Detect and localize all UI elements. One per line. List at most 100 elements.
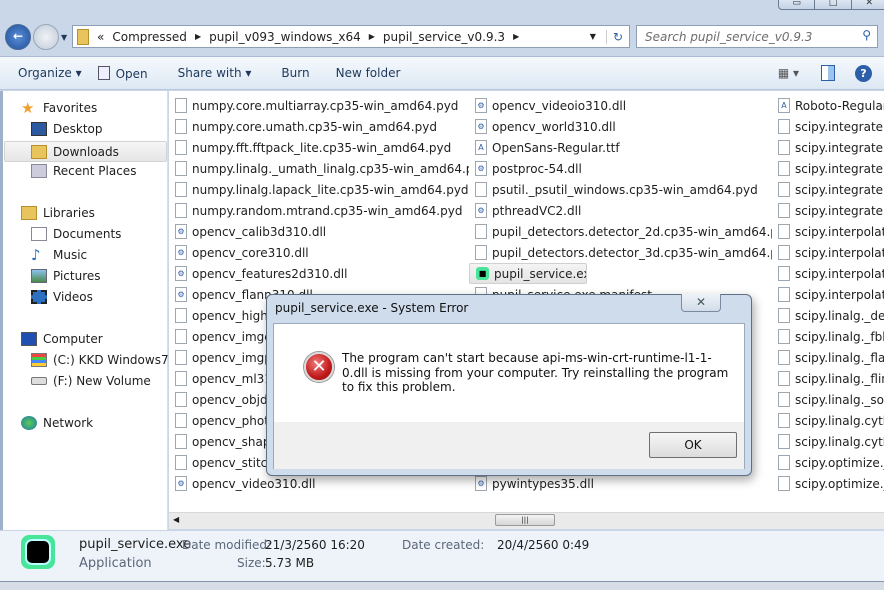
file-item[interactable]: ⚙ opencv_core310.dll	[169, 242, 469, 263]
file-item[interactable]: scipy.optimize._	[772, 452, 884, 473]
file-item[interactable]: scipy.linalg._flin	[772, 368, 884, 389]
nav-label: Desktop	[53, 122, 103, 136]
file-item[interactable]: scipy.integrate._	[772, 158, 884, 179]
details-modified: 21/3/2560 16:20	[265, 538, 365, 552]
file-item[interactable]: ⚙ opencv_video310.dll	[169, 473, 469, 494]
file-item[interactable]: numpy.linalg._umath_linalg.cp35-win_amd6…	[169, 158, 469, 179]
scroll-left-arrow[interactable]: ◀	[173, 515, 179, 524]
nav-videos[interactable]: Videos	[31, 290, 93, 304]
file-item[interactable]: pupil_detectors.detector_2d.cp35-win_amd…	[469, 221, 772, 242]
file-item[interactable]: scipy.interpolate	[772, 263, 884, 284]
file-item[interactable]: numpy.core.umath.cp35-win_amd64.pyd	[169, 116, 469, 137]
search-icon[interactable]: ⚲	[862, 28, 871, 42]
file-item[interactable]: scipy.linalg._flap	[772, 347, 884, 368]
file-item[interactable]: scipy.integrate._	[772, 137, 884, 158]
file-item[interactable]: ⚙ opencv_videoio310.dll	[469, 95, 772, 116]
nav-c-drive[interactable]: (C:) KKD Windows7 V	[31, 353, 181, 367]
file-item[interactable]: scipy.integrate.v	[772, 200, 884, 221]
help-icon[interactable]: ?	[855, 64, 872, 82]
file-item[interactable]: scipy.optimize._	[772, 473, 884, 494]
nav-recent-places[interactable]: Recent Places	[31, 164, 136, 178]
nav-computer[interactable]: Computer	[21, 332, 103, 346]
nav-libraries[interactable]: Libraries	[21, 206, 95, 220]
recent-pages-dropdown[interactable]: ▼	[61, 33, 67, 42]
file-item[interactable]: scipy.linalg.cyth	[772, 410, 884, 431]
file-item[interactable]: numpy.fft.fftpack_lite.cp35-win_amd64.py…	[169, 137, 469, 158]
file-item[interactable]: ⚙ pywintypes35.dll	[469, 473, 772, 494]
minimize-button[interactable]: ▭	[779, 0, 816, 9]
dll-file-icon: ⚙	[175, 224, 187, 239]
file-item[interactable]: A Roboto-Regular	[772, 95, 884, 116]
nav-network[interactable]: Network	[21, 416, 93, 430]
close-button[interactable]: ✕	[852, 0, 884, 9]
organize-button[interactable]: Organize ▾	[18, 66, 82, 80]
file-item[interactable]: scipy.linalg._fbla	[772, 326, 884, 347]
new-folder-button[interactable]: New folder	[336, 66, 401, 80]
file-item[interactable]: scipy.interpolate	[772, 221, 884, 242]
file-item[interactable]: scipy.interpolate	[772, 284, 884, 305]
file-name: scipy.linalg._dec	[795, 308, 884, 323]
application-icon	[97, 65, 110, 80]
preview-pane-icon[interactable]	[821, 65, 835, 81]
generic-file-icon	[175, 161, 187, 176]
file-item[interactable]: scipy.interpolate	[772, 242, 884, 263]
nav-favorites[interactable]: ★ Favorites	[21, 101, 97, 116]
file-item[interactable]: scipy.linalg._sol	[772, 389, 884, 410]
nav-music[interactable]: ♪ Music	[31, 248, 87, 263]
nav-desktop[interactable]: Desktop	[31, 122, 103, 136]
chevron-right-icon[interactable]: ▶	[369, 32, 375, 41]
file-item[interactable]: ⚙ pthreadVC2.dll	[469, 200, 772, 221]
refresh-icon[interactable]: ↻	[605, 29, 629, 44]
nav-documents[interactable]: Documents	[31, 227, 121, 241]
breadcrumb-pupil-v093[interactable]: pupil_v093_windows_x64	[209, 30, 361, 44]
file-item[interactable]: numpy.linalg.lapack_lite.cp35-win_amd64.…	[169, 179, 469, 200]
command-bar: Organize ▾ Open Share with ▾ Burn New fo…	[0, 56, 884, 90]
address-bar[interactable]: « Compressed ▶ pupil_v093_windows_x64 ▶ pu…	[72, 25, 630, 48]
nav-downloads[interactable]: Downloads	[4, 141, 167, 162]
chevron-right-icon[interactable]: ▶	[195, 32, 201, 41]
scrollbar-thumb[interactable]: |||	[495, 514, 555, 526]
nav-pictures[interactable]: Pictures	[31, 269, 101, 283]
file-item[interactable]: scipy.integrate.l	[772, 179, 884, 200]
file-item[interactable]: ■ pupil_service.exe	[469, 263, 587, 284]
burn-button[interactable]: Burn	[281, 66, 309, 80]
generic-file-icon	[778, 224, 790, 239]
file-item[interactable]: numpy.core.multiarray.cp35-win_amd64.pyd	[169, 95, 469, 116]
forward-button[interactable]	[33, 24, 59, 50]
dialog-close-button[interactable]: ✕	[681, 294, 721, 312]
file-item[interactable]: ⚙ opencv_features2d310.dll	[169, 263, 469, 284]
file-item[interactable]: scipy.linalg.cyth	[772, 431, 884, 452]
file-item[interactable]: scipy.linalg._dec	[772, 305, 884, 326]
file-item[interactable]: ⚙ opencv_calib3d310.dll	[169, 221, 469, 242]
chevron-right-icon[interactable]: ▶	[513, 32, 519, 41]
ok-button[interactable]: OK	[649, 432, 737, 458]
file-item[interactable]: pupil_detectors.detector_3d.cp35-win_amd…	[469, 242, 772, 263]
generic-file-icon	[175, 119, 187, 134]
view-options-icon[interactable]: ▦ ▾	[778, 66, 799, 80]
breadcrumb-compressed[interactable]: Compressed	[112, 30, 187, 44]
generic-file-icon	[778, 245, 790, 260]
generic-file-icon	[175, 203, 187, 218]
file-item[interactable]: numpy.random.mtrand.cp35-win_amd64.pyd	[169, 200, 469, 221]
file-name: pupil_service.exe	[494, 266, 586, 281]
open-button[interactable]: Open	[97, 65, 148, 81]
search-input[interactable]: Search pupil_service_v0.9.3 ⚲	[636, 25, 878, 48]
back-button[interactable]: ←	[5, 24, 31, 50]
file-name: Roboto-Regular	[795, 98, 884, 113]
error-message: The program can't start because api-ms-w…	[342, 351, 729, 394]
generic-file-icon	[475, 224, 487, 239]
file-item[interactable]: A OpenSans-Regular.ttf	[469, 137, 772, 158]
maximize-button[interactable]: □	[815, 0, 852, 9]
share-with-button[interactable]: Share with ▾	[178, 66, 252, 80]
breadcrumb-overflow[interactable]: «	[97, 30, 104, 44]
nav-f-drive[interactable]: (F:) New Volume	[31, 374, 151, 388]
address-dropdown-icon[interactable]: ▼	[590, 32, 596, 41]
file-name: OpenSans-Regular.ttf	[492, 140, 620, 155]
file-item[interactable]: ⚙ postproc-54.dll	[469, 158, 772, 179]
breadcrumb-pupil-service[interactable]: pupil_service_v0.9.3	[383, 30, 505, 44]
file-name: opencv_shape	[192, 434, 278, 449]
file-item[interactable]: scipy.integrate._	[772, 116, 884, 137]
file-item[interactable]: ⚙ opencv_world310.dll	[469, 116, 772, 137]
file-item[interactable]: psutil._psutil_windows.cp35-win_amd64.py…	[469, 179, 772, 200]
recent-places-icon	[31, 164, 47, 178]
